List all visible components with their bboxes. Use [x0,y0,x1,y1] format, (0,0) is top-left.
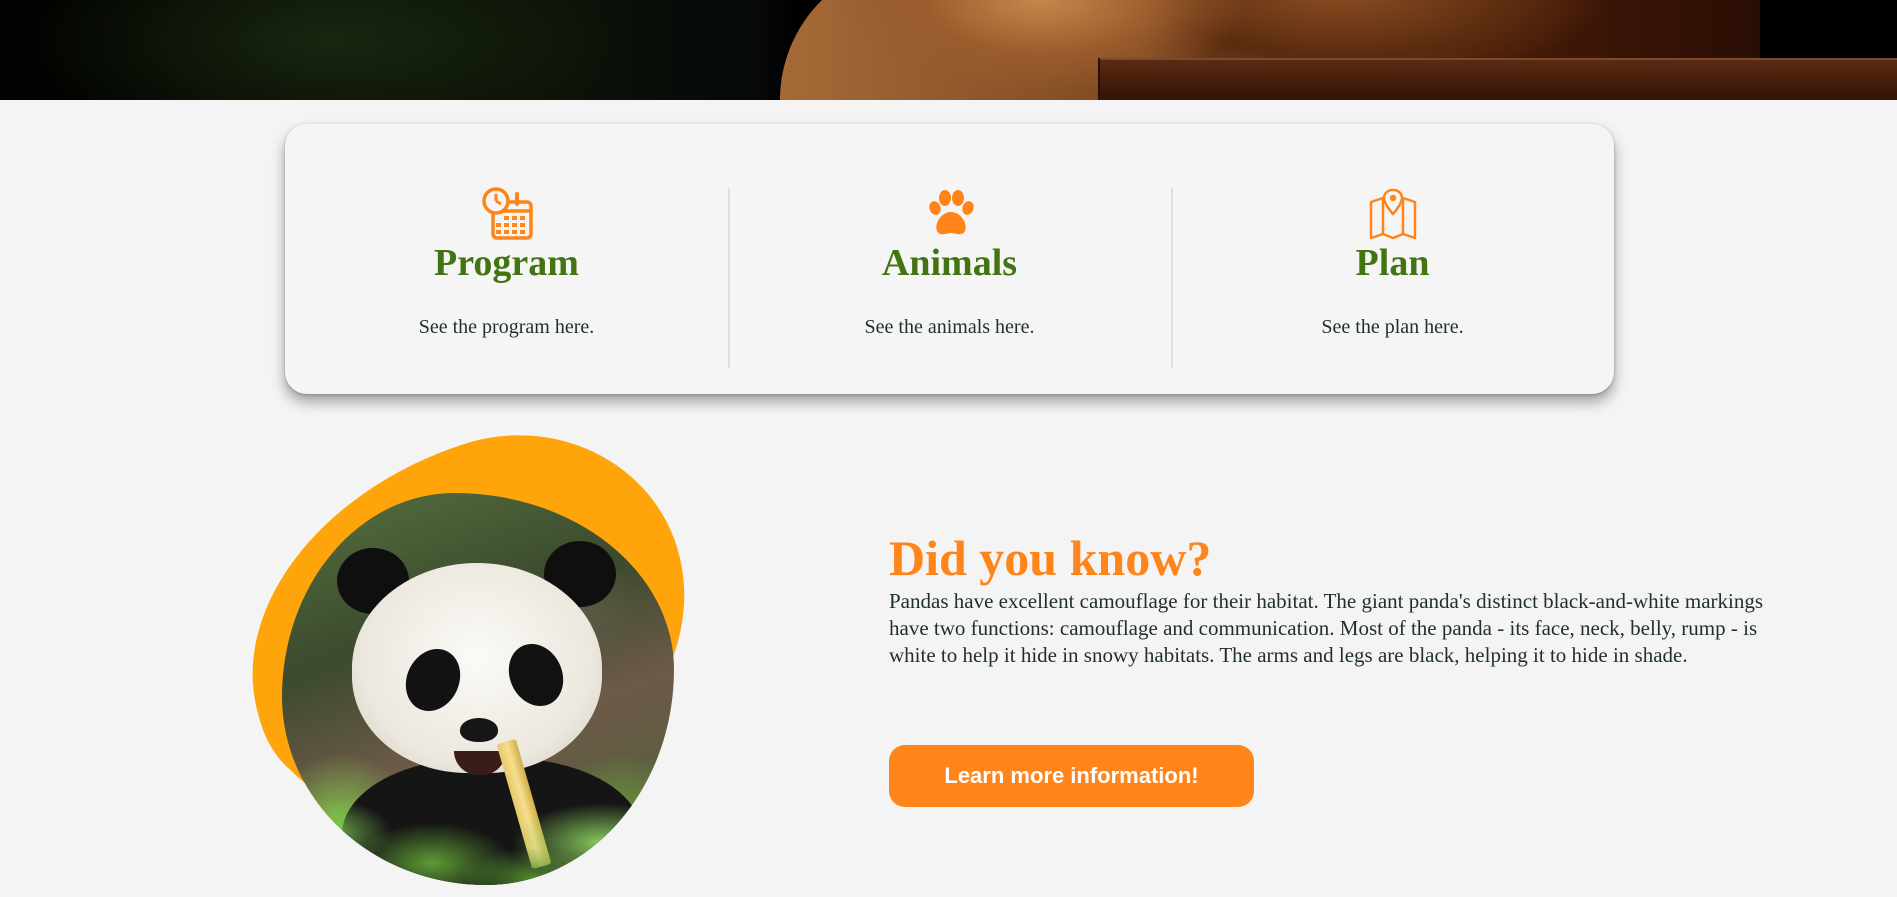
feature-animals[interactable]: Animals See the animals here. [728,124,1171,394]
hero-plank-edge [1098,58,1100,100]
feature-title-animals: Animals [881,242,1018,284]
features-card: Program See the program here. Animals Se… [285,124,1614,394]
feature-program[interactable]: Program See the program here. [285,124,728,394]
feature-plan[interactable]: Plan See the plan here. [1171,124,1614,394]
did-you-know-section: Did you know? Pandas have excellent camo… [889,530,1769,669]
map-pin-icon [1369,188,1416,240]
panda-photo [282,493,674,885]
paw-icon [928,190,974,235]
learn-more-button[interactable]: Learn more information! [889,745,1254,807]
did-you-know-heading: Did you know? [889,530,1212,586]
panda-nose [460,718,498,742]
did-you-know-text: Pandas have excellent camouflage for the… [889,589,1764,667]
feature-description-program: See the program here. [418,316,595,338]
feature-description-animals: See the animals here. [864,316,1035,338]
feature-title-program: Program [434,242,579,284]
hero-wooden-plank [1098,58,1897,100]
foreground-leaves [282,793,674,885]
panda-image-blob [198,391,738,897]
calendar-clock-icon [481,187,533,240]
hero-image [0,0,1897,100]
feature-title-plan: Plan [1355,242,1430,284]
feature-description-plan: See the plan here. [1321,316,1464,338]
